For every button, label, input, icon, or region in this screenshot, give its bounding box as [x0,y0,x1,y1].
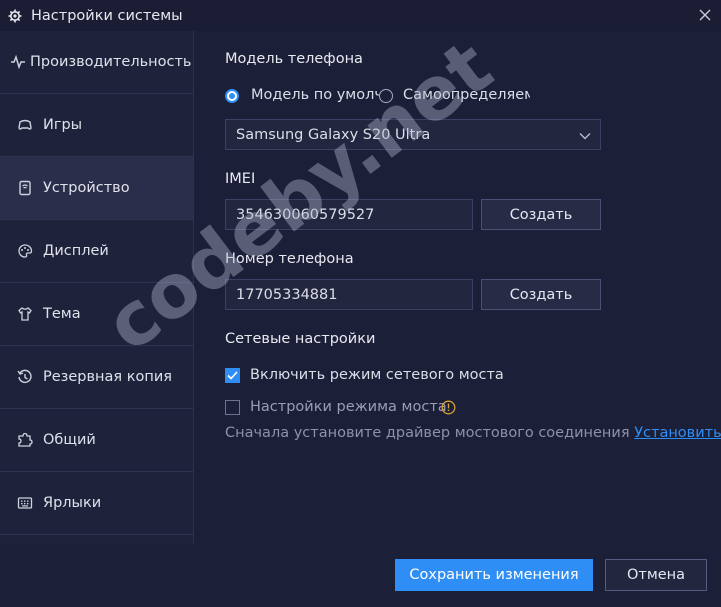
radio-custom-model-label[interactable]: Самоопределяемая [403,87,530,103]
phone-model-value: Samsung Galaxy S20 Ultra [236,126,431,143]
sidebar-item-performance[interactable]: Производительность [0,31,193,94]
sidebar-item-general[interactable]: Общий [0,409,193,472]
driver-hint: Сначала установите драйвер мостового сое… [225,425,721,441]
sidebar-item-backup[interactable]: Резервная копия [0,346,193,409]
save-button[interactable]: Сохранить изменения [395,559,593,591]
phone-number-heading: Номер телефона [225,251,354,267]
bridge-mode-checkbox[interactable] [225,368,240,383]
bridge-settings-checkbox[interactable] [225,400,240,415]
palette-icon [17,243,33,259]
sidebar-item-theme[interactable]: Тема [0,283,193,346]
keyboard-icon [17,495,33,511]
phone-model-select[interactable]: Samsung Galaxy S20 Ultra [225,119,601,150]
title-bar: Настройки системы [0,0,721,31]
sidebar-item-label: Общий [43,432,96,448]
sidebar-item-label: Тема [43,306,81,322]
footer: Сохранить изменения Отмена [0,544,721,607]
cancel-button[interactable]: Отмена [605,559,707,591]
imei-value: 354630060579527 [236,206,375,223]
driver-hint-text: Сначала установите драйвер мостового сое… [225,425,630,441]
bridge-mode-label[interactable]: Включить режим сетевого моста [250,367,504,383]
install-driver-link[interactable]: Установить [634,425,721,441]
sidebar: Производительность Игры Устройство Диспл… [0,31,194,544]
sidebar-item-label: Дисплей [43,243,109,259]
puzzle-icon [17,432,33,448]
phone-create-button[interactable]: Создать [481,279,601,310]
sidebar-item-label: Ярлыки [43,495,102,511]
gamepad-icon [17,117,33,133]
sidebar-item-label: Игры [43,117,83,133]
sidebar-item-games[interactable]: Игры [0,94,193,157]
chevron-down-icon [578,128,592,142]
window-title: Настройки системы [31,7,183,24]
sidebar-item-label: Производительность [30,54,192,70]
pulse-icon [10,54,26,70]
sidebar-item-device[interactable]: Устройство [0,157,193,220]
imei-field[interactable]: 354630060579527 [225,199,473,230]
phone-number-value: 17705334881 [236,286,338,303]
imei-create-button[interactable]: Создать [481,199,601,230]
sidebar-item-label: Резервная копия [43,369,172,385]
radio-custom-model[interactable] [379,89,393,103]
info-icon[interactable] [441,400,456,415]
sidebar-item-label: Устройство [43,180,130,196]
phone-model-heading: Модель телефона [225,51,363,67]
gear-icon [8,9,22,23]
shirt-icon [17,306,33,322]
bridge-settings-label: Настройки режима моста [250,399,447,415]
phone-icon [17,180,33,196]
sidebar-item-shortcuts[interactable]: Ярлыки [0,472,193,535]
radio-default-model[interactable] [225,89,239,103]
phone-number-field[interactable]: 17705334881 [225,279,473,310]
radio-default-model-label[interactable]: Модель по умолчанию [251,87,379,103]
imei-heading: IMEI [225,171,256,187]
device-settings-panel: Модель телефона Модель по умолчанию Само… [194,31,721,544]
sidebar-item-display[interactable]: Дисплей [0,220,193,283]
network-settings-heading: Сетевые настройки [225,331,376,347]
close-icon[interactable] [697,7,713,23]
history-icon [17,369,33,385]
